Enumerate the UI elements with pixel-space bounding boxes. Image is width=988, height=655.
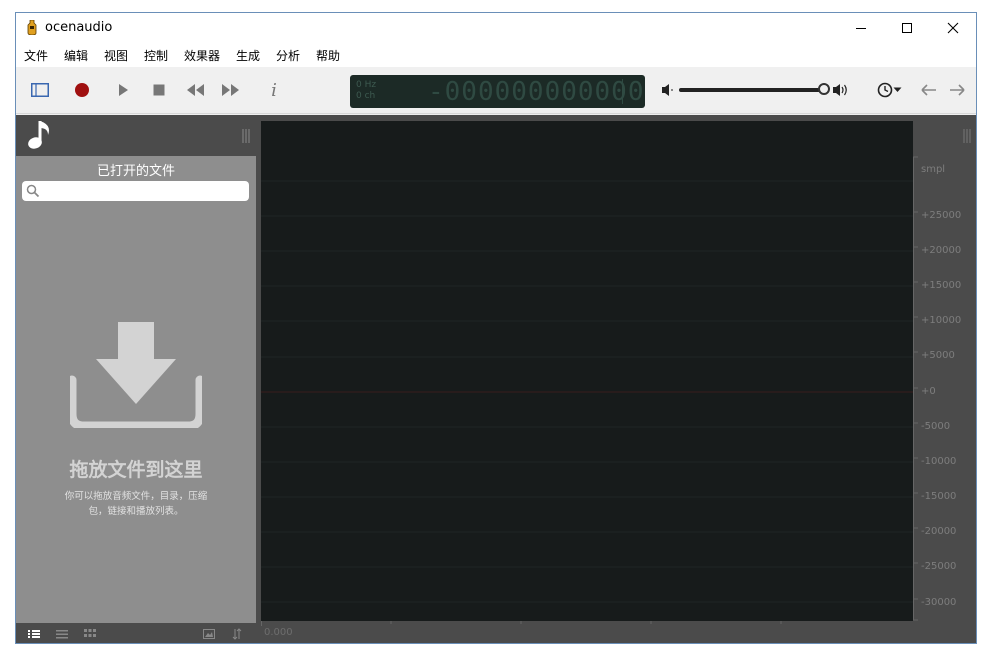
arrow-right-icon [950,84,965,96]
ruler-tick-label: -5000 [921,421,951,432]
close-icon [947,22,959,34]
waveform-grid [261,180,913,603]
waveform-area: smpl +25000 +20000 +15000 +10000 +5000 +… [261,115,976,643]
ruler-tick-label: +15000 [921,280,962,291]
fast-forward-button[interactable] [218,77,244,103]
music-note-icon [28,121,49,149]
info-icon: i [271,79,277,101]
ruler-tick-label: +10000 [921,315,962,326]
title-bar: ocenaudio [16,13,976,43]
play-icon [119,84,128,96]
image-icon[interactable] [203,629,215,639]
panel-grip-right-icon[interactable] [963,129,971,143]
menu-generate[interactable]: 生成 [236,47,260,64]
menu-analyze[interactable]: 分析 [276,47,300,64]
file-browser-header [16,115,256,156]
stop-icon [153,84,165,96]
menu-bar: 文件 编辑 视图 控制 效果器 生成 分析 帮助 [16,43,976,67]
history-dropdown[interactable] [872,77,906,103]
ruler-tick-label: -30000 [921,597,957,608]
stop-button[interactable] [146,77,172,103]
arrow-left-icon [921,84,936,96]
close-button[interactable] [930,13,976,43]
window-title: ocenaudio [45,20,113,35]
menu-view[interactable]: 视图 [104,47,128,64]
time-display: 0 Hz 0 ch -000000000000 [350,75,645,108]
file-browser-panel: 已打开的文件 拖放文件到这里 你可以拖放音频文件，目录，压缩包，链接和播放列表。 [16,115,256,623]
sidebar-toggle-icon [31,83,49,97]
app-window: ocenaudio 文件 编辑 视图 控制 效果器 生成 分析 帮助 i 0 H… [15,12,977,644]
toolbar: i 0 Hz 0 ch -000000000000 [16,67,976,114]
ruler-tick-label: -20000 [921,526,957,537]
info-button[interactable]: i [261,77,287,103]
app-icon [27,20,37,35]
sort-icon[interactable] [232,628,242,640]
record-icon [75,83,89,97]
amplitude-ruler: smpl +25000 +20000 +15000 +10000 +5000 +… [913,115,976,625]
volume-slider-handle[interactable] [818,83,830,95]
redo-button[interactable] [944,77,970,103]
list-view-icon[interactable] [28,629,40,639]
file-search-field[interactable] [42,183,242,199]
play-button[interactable] [110,77,136,103]
rewind-button[interactable] [182,77,208,103]
menu-file[interactable]: 文件 [24,47,48,64]
open-files-title: 已打开的文件 [96,164,175,179]
ruler-tick-label: +0 [921,386,936,397]
undo-button[interactable] [916,77,942,103]
ruler-tick-label: +5000 [921,350,955,361]
chevron-down-icon [893,87,901,92]
speaker-high-icon [833,84,847,96]
grid-view-icon[interactable] [84,629,96,639]
time-ruler [261,621,782,626]
drop-download-icon [70,322,202,428]
speaker-low-icon [662,84,673,96]
maximize-button[interactable] [884,13,930,43]
ruler-unit-label: smpl [921,164,946,175]
menu-help[interactable]: 帮助 [316,47,340,64]
rewind-icon [187,84,204,96]
sidebar-toggle-button[interactable] [27,77,53,103]
ruler-tick-label: +25000 [921,210,962,221]
volume-slider[interactable] [679,88,824,92]
record-button[interactable] [69,77,95,103]
panel-grip-icon[interactable] [242,129,250,143]
ruler-tick-label: -25000 [921,561,957,572]
menu-edit[interactable]: 编辑 [64,47,88,64]
file-browser-footer [16,623,256,643]
clock-icon [877,82,892,98]
compact-list-icon[interactable] [56,629,68,639]
ruler-ticks [913,156,918,621]
fast-forward-icon [222,84,239,96]
minimize-icon [856,28,866,29]
time-readout: -000000000000 [428,77,645,107]
search-icon [26,184,40,198]
channel-readout: 0 ch [356,91,376,101]
ruler-tick-label: -10000 [921,456,957,467]
drop-files-description: 你可以拖放音频文件，目录，压缩包，链接和播放列表。 [64,491,208,517]
ruler-tick-label: +20000 [921,245,962,256]
time-position-label: 0.000 [264,627,293,638]
file-search-input[interactable] [22,181,249,201]
ruler-tick-label: -15000 [921,491,957,502]
drop-files-title: 拖放文件到这里 [69,459,203,481]
waveform-canvas[interactable] [261,121,913,621]
maximize-icon [902,23,912,33]
minimize-button[interactable] [838,13,884,43]
sample-rate-readout: 0 Hz [356,80,377,90]
menu-effects[interactable]: 效果器 [184,47,220,64]
menu-control[interactable]: 控制 [144,47,168,64]
